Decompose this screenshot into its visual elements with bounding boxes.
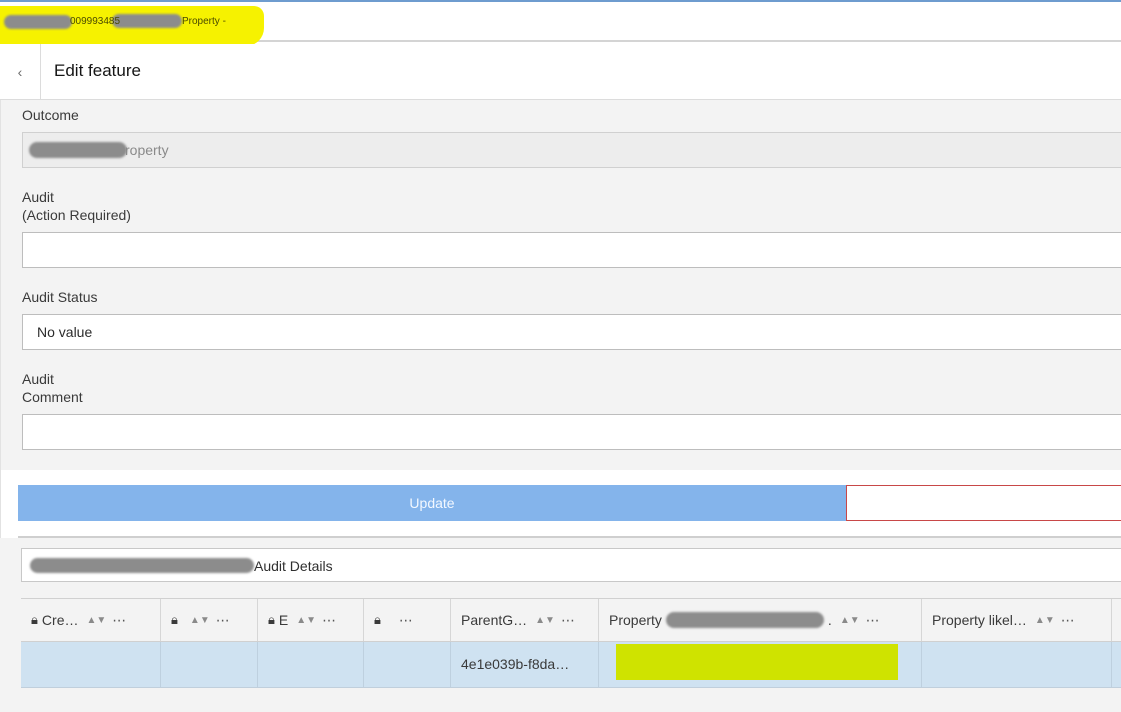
sort-icon[interactable]: ▲▼ xyxy=(86,615,106,626)
redaction-smudge xyxy=(29,142,127,158)
column-label: ParentG… xyxy=(461,612,528,628)
field-label-audit-comment: Audit Comment xyxy=(22,371,83,405)
column-header-created[interactable]: 🔒︎ Cre… ▲▼ ⋯ xyxy=(21,599,161,641)
sort-icon[interactable]: ▲▼ xyxy=(535,615,555,626)
more-options-icon[interactable]: ⋯ xyxy=(322,612,337,629)
edit-feature-header: ‹ Edit feature xyxy=(0,44,1121,100)
related-table-panel: Audit Details 🔒︎ Cre… ▲▼ ⋯ 🔒︎ ▲▼ ⋯ 🔒︎ E … xyxy=(0,538,1121,712)
sort-icon[interactable]: ▲▼ xyxy=(1035,615,1055,626)
column-label: E xyxy=(278,612,289,628)
column-label: Property xyxy=(609,612,662,628)
column-header-3[interactable]: 🔒︎ E ▲▼ ⋯ xyxy=(258,599,364,641)
table-cell[interactable] xyxy=(161,642,258,687)
redaction-smudge xyxy=(4,15,72,29)
sort-icon[interactable]: ▲▼ xyxy=(190,615,210,626)
table-row[interactable]: 4e1e039b-f8da… xyxy=(21,642,1121,688)
field-label-audit-status: Audit Status xyxy=(22,289,98,305)
column-header-property[interactable]: Property . ▲▼ ⋯ xyxy=(599,599,922,641)
chevron-left-icon: ‹ xyxy=(17,63,23,80)
lock-icon: 🔒︎ xyxy=(171,612,178,627)
cancel-button[interactable] xyxy=(846,485,1121,521)
more-options-icon[interactable]: ⋯ xyxy=(216,612,231,629)
table-tab-label: Audit Details xyxy=(254,558,333,574)
title-suffix: Property - xyxy=(182,16,226,27)
redaction-smudge xyxy=(30,558,254,573)
field-label-outcome: Outcome xyxy=(22,107,79,123)
sort-icon[interactable]: ▲▼ xyxy=(296,615,316,626)
outcome-field: roperty xyxy=(22,132,1121,168)
table-cell[interactable] xyxy=(21,642,161,687)
audit-comment-input[interactable] xyxy=(22,414,1121,450)
table-header: 🔒︎ Cre… ▲▼ ⋯ 🔒︎ ▲▼ ⋯ 🔒︎ E ▲▼ ⋯ 🔒︎ ⋯ Pare… xyxy=(21,598,1121,642)
more-options-icon[interactable]: ⋯ xyxy=(1061,612,1076,629)
field-label-audit-action: Audit (Action Required) xyxy=(22,189,131,223)
table-cell-parentguid[interactable]: 4e1e039b-f8da… xyxy=(451,642,599,687)
audit-status-select[interactable]: No value xyxy=(22,314,1121,350)
audit-status-value: No value xyxy=(37,324,93,340)
column-header-parentguid[interactable]: ParentG… ▲▼ ⋯ xyxy=(451,599,599,641)
more-options-icon[interactable]: ⋯ xyxy=(399,612,414,629)
more-options-icon[interactable]: ⋯ xyxy=(561,612,576,629)
more-options-icon[interactable]: ⋯ xyxy=(112,612,127,629)
lock-icon: 🔒︎ xyxy=(374,612,381,627)
edit-form: Outcome roperty Audit (Action Required) A… xyxy=(0,100,1121,470)
lock-icon: 🔒︎ xyxy=(268,612,275,627)
redaction-smudge xyxy=(665,612,824,628)
outcome-value: roperty xyxy=(125,142,169,158)
table-cell[interactable] xyxy=(258,642,364,687)
back-button[interactable]: ‹ xyxy=(0,44,41,99)
table-tab[interactable]: Audit Details xyxy=(21,548,1121,582)
title-id-fragment: 009993485 xyxy=(70,16,121,27)
update-button[interactable]: Update xyxy=(18,485,846,521)
sort-icon[interactable]: ▲▼ xyxy=(840,615,860,626)
lock-icon: 🔒︎ xyxy=(31,612,38,627)
more-options-icon[interactable]: ⋯ xyxy=(866,612,881,629)
column-label: Property likel… xyxy=(932,612,1027,628)
column-label-ellipsis: . xyxy=(827,612,832,628)
table-cell-property-likelihood[interactable] xyxy=(922,642,1112,687)
form-actions: Update xyxy=(0,470,1121,538)
audit-action-input[interactable] xyxy=(22,232,1121,268)
column-label: Cre… xyxy=(41,612,79,628)
table-cell[interactable] xyxy=(364,642,451,687)
redaction-smudge xyxy=(112,14,182,28)
feature-title-bar: 009993485 Property - xyxy=(0,0,1121,46)
column-header-4[interactable]: 🔒︎ ⋯ xyxy=(364,599,451,641)
column-header-2[interactable]: 🔒︎ ▲▼ ⋯ xyxy=(161,599,258,641)
column-header-property-likelihood[interactable]: Property likel… ▲▼ ⋯ xyxy=(922,599,1112,641)
page-title: Edit feature xyxy=(54,61,141,80)
cell-highlight-mark xyxy=(616,644,898,680)
